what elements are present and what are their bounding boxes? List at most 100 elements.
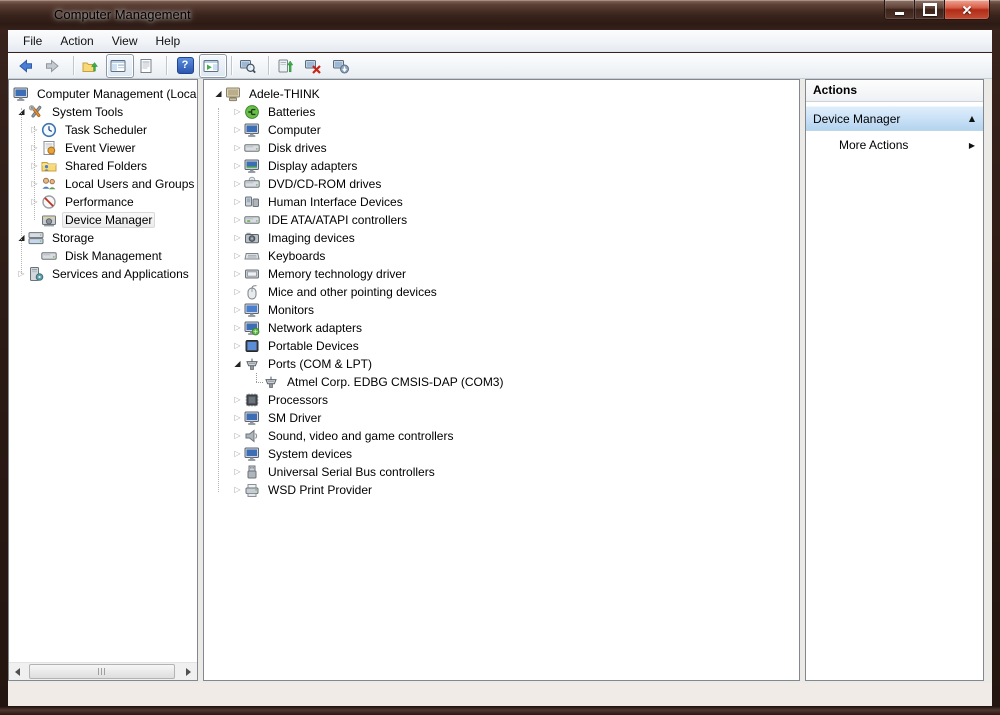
tree-item-content[interactable]: Network adapters <box>244 320 365 336</box>
back-button[interactable] <box>13 54 41 78</box>
tree-item-content[interactable]: IDE ATA/ATAPI controllers <box>244 212 410 228</box>
scrollbar-thumb[interactable] <box>29 664 175 679</box>
disable-device-button[interactable] <box>329 54 357 78</box>
tree-item-universal-serial-bus-controllers[interactable]: ▷Universal Serial Bus controllers <box>204 463 799 481</box>
tree-item-content[interactable]: Sound, video and game controllers <box>244 428 456 444</box>
tree-item-display-adapters[interactable]: ▷Display adapters <box>204 157 799 175</box>
scrollbar-track[interactable] <box>26 663 180 680</box>
tree-item-content[interactable]: Computer <box>244 122 324 138</box>
expand-icon[interactable]: ▷ <box>231 229 244 247</box>
tree-item-device-manager[interactable]: Device Manager <box>9 211 197 229</box>
menu-help[interactable]: Help <box>147 30 190 52</box>
tree-item-processors[interactable]: ▷Processors <box>204 391 799 409</box>
tree-item-content[interactable]: Shared Folders <box>41 158 150 174</box>
tree-item-disk-drives[interactable]: ▷Disk drives <box>204 139 799 157</box>
expand-icon[interactable]: ▷ <box>231 193 244 211</box>
tree-item-ide-ata-atapi-controllers[interactable]: ▷IDE ATA/ATAPI controllers <box>204 211 799 229</box>
tree-item-local-users-and-groups[interactable]: ▷Local Users and Groups <box>9 175 197 193</box>
tree-item-content[interactable]: Event Viewer <box>41 140 138 156</box>
collapse-icon[interactable]: ◢ <box>231 355 244 373</box>
maximize-button[interactable] <box>915 0 945 20</box>
tree-item-content[interactable]: Human Interface Devices <box>244 194 406 210</box>
tree-item-content[interactable]: Computer Management (Local) <box>13 86 198 102</box>
tree-item-content[interactable]: Atmel Corp. EDBG CMSIS-DAP (COM3) <box>263 374 506 390</box>
update-driver-button[interactable] <box>273 54 301 78</box>
tree-item-content[interactable]: Local Users and Groups <box>41 176 197 192</box>
tree-item-content[interactable]: System Tools <box>28 104 126 120</box>
expand-icon[interactable]: ▷ <box>231 337 244 355</box>
expand-icon[interactable]: ▷ <box>231 175 244 193</box>
tree-item-content[interactable]: Mice and other pointing devices <box>244 284 440 300</box>
tree-item-performance[interactable]: ▷Performance <box>9 193 197 211</box>
tree-item-shared-folders[interactable]: ▷Shared Folders <box>9 157 197 175</box>
expand-icon[interactable]: ▷ <box>231 211 244 229</box>
expand-icon[interactable]: ▷ <box>231 301 244 319</box>
tree-item-content[interactable]: Services and Applications <box>28 266 192 282</box>
expand-icon[interactable]: ▷ <box>231 481 244 499</box>
expand-icon[interactable]: ▷ <box>231 103 244 121</box>
tree-item-adele-think[interactable]: ◢Adele-THINK <box>204 85 799 103</box>
tree-item-content[interactable]: Performance <box>41 194 137 210</box>
tree-item-content[interactable]: Memory technology driver <box>244 266 409 282</box>
tree-item-monitors[interactable]: ▷Monitors <box>204 301 799 319</box>
expand-icon[interactable]: ▷ <box>231 409 244 427</box>
expand-icon[interactable]: ▷ <box>231 247 244 265</box>
close-button[interactable] <box>945 0 990 20</box>
console-tree-pane[interactable]: Computer Management (Local)◢System Tools… <box>8 79 198 681</box>
minimize-button[interactable] <box>884 0 915 20</box>
scroll-left-button[interactable] <box>9 663 26 680</box>
title-bar[interactable]: Computer Management <box>0 0 1000 30</box>
tree-item-content[interactable]: Task Scheduler <box>41 122 150 138</box>
menu-file[interactable]: File <box>14 30 51 52</box>
tree-item-content[interactable]: Device Manager <box>41 212 155 228</box>
expand-icon[interactable]: ▷ <box>231 391 244 409</box>
expand-icon[interactable]: ▷ <box>231 427 244 445</box>
tree-item-content[interactable]: Universal Serial Bus controllers <box>244 464 438 480</box>
tree-item-storage[interactable]: ◢Storage <box>9 229 197 247</box>
expand-icon[interactable]: ▷ <box>231 283 244 301</box>
tree-item-content[interactable]: DVD/CD-ROM drives <box>244 176 384 192</box>
tree-item-human-interface-devices[interactable]: ▷Human Interface Devices <box>204 193 799 211</box>
tree-item-sm-driver[interactable]: ▷SM Driver <box>204 409 799 427</box>
tree-item-content[interactable]: Portable Devices <box>244 338 362 354</box>
tree-item-system-tools[interactable]: ◢System Tools <box>9 103 197 121</box>
tree-item-content[interactable]: System devices <box>244 446 355 462</box>
expand-icon[interactable]: ▷ <box>231 319 244 337</box>
tree-item-content[interactable]: Imaging devices <box>244 230 358 246</box>
menu-action[interactable]: Action <box>51 30 102 52</box>
tree-item-content[interactable]: Ports (COM & LPT) <box>244 356 375 372</box>
tree-item-content[interactable]: Monitors <box>244 302 317 318</box>
tree-item-computer[interactable]: ▷Computer <box>204 121 799 139</box>
tree-item-content[interactable]: WSD Print Provider <box>244 482 375 498</box>
menu-view[interactable]: View <box>103 30 147 52</box>
expand-icon[interactable]: ▷ <box>231 445 244 463</box>
tree-item-content[interactable]: Batteries <box>244 104 318 120</box>
tree-item-network-adapters[interactable]: ▷Network adapters <box>204 319 799 337</box>
tree-item-content[interactable]: Display adapters <box>244 158 360 174</box>
tree-item-ports-com-lpt[interactable]: ◢Ports (COM & LPT) <box>204 355 799 373</box>
tree-item-portable-devices[interactable]: ▷Portable Devices <box>204 337 799 355</box>
tree-item-content[interactable]: Disk Management <box>41 248 165 264</box>
tree-item-content[interactable]: Keyboards <box>244 248 328 264</box>
help-button[interactable]: ? <box>171 54 199 78</box>
tree-item-content[interactable]: Adele-THINK <box>225 86 323 102</box>
tree-item-dvd-cd-rom-drives[interactable]: ▷DVD/CD-ROM drives <box>204 175 799 193</box>
more-actions-item[interactable]: More Actions ▶ <box>806 134 983 156</box>
tree-item-content[interactable]: Storage <box>28 230 97 246</box>
up-level-button[interactable] <box>78 54 106 78</box>
tree-item-wsd-print-provider[interactable]: ▷WSD Print Provider <box>204 481 799 499</box>
forward-button[interactable] <box>41 54 69 78</box>
tree-item-content[interactable]: Disk drives <box>244 140 330 156</box>
tree-item-keyboards[interactable]: ▷Keyboards <box>204 247 799 265</box>
scroll-right-button[interactable] <box>180 663 197 680</box>
uninstall-device-button[interactable] <box>301 54 329 78</box>
expand-icon[interactable]: ▷ <box>231 139 244 157</box>
scan-hardware-changes-button[interactable] <box>236 54 264 78</box>
expand-icon[interactable]: ▷ <box>231 265 244 283</box>
tree-item-services-and-applications[interactable]: ▷Services and Applications <box>9 265 197 283</box>
actions-group-device-manager[interactable]: Device Manager ▲ <box>806 106 983 131</box>
tree-item-atmel-corp-edbg-cmsis-dap-com3[interactable]: Atmel Corp. EDBG CMSIS-DAP (COM3) <box>204 373 799 391</box>
tree-item-content[interactable]: SM Driver <box>244 410 324 426</box>
tree-item-system-devices[interactable]: ▷System devices <box>204 445 799 463</box>
tree-item-batteries[interactable]: ▷Batteries <box>204 103 799 121</box>
